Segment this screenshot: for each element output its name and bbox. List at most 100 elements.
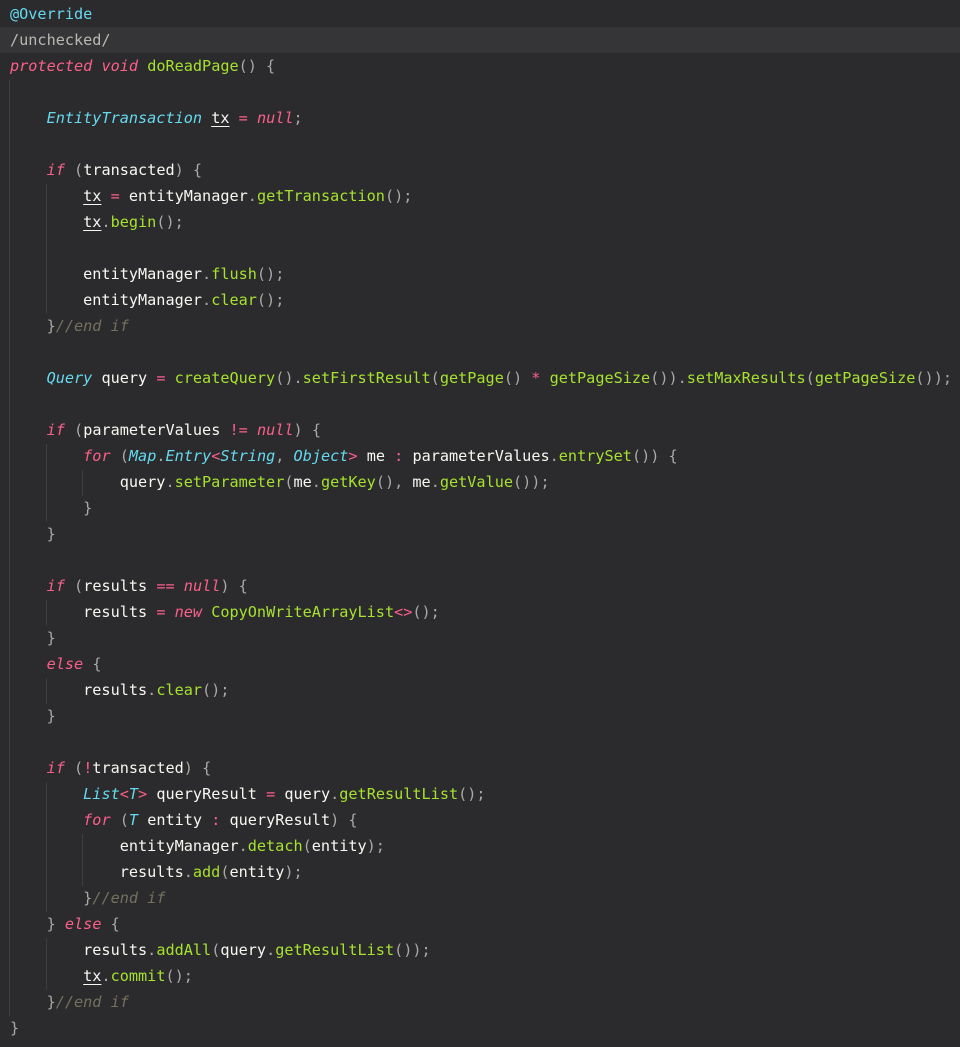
code-line[interactable]: results.clear(); [10, 677, 229, 703]
code-line[interactable]: /unchecked/ [10, 27, 111, 53]
code-line[interactable]: if (!transacted) { [10, 755, 212, 781]
code-token: //end if [55, 317, 129, 335]
code-token: entityManager [119, 187, 248, 205]
code-line[interactable]: } [10, 521, 56, 547]
code-token: { [92, 655, 102, 673]
code-token: (); [458, 785, 486, 803]
code-token: (); [412, 603, 440, 621]
code-token: { [110, 915, 120, 933]
code-token: commit [110, 967, 166, 985]
code-token: (), [375, 473, 413, 491]
code-token: () { [238, 57, 276, 75]
code-line[interactable]: results.add(entity); [10, 859, 303, 885]
code-line[interactable]: Query query = createQuery().setFirstResu… [10, 365, 952, 391]
code-token: (); [202, 681, 230, 699]
code-token: entity [138, 811, 212, 829]
code-line[interactable]: tx.begin(); [10, 209, 184, 235]
code-token: T [128, 811, 139, 829]
code-token: begin [110, 213, 157, 231]
code-line[interactable]: query.setParameter(me.getKey(), me.getVa… [10, 469, 550, 495]
code-token: (). [275, 369, 303, 387]
code-line[interactable]: else { [10, 651, 102, 677]
code-line[interactable]: entityManager.detach(entity); [10, 833, 385, 859]
code-token: Entry [165, 447, 212, 465]
code-token: . [430, 473, 440, 491]
code-token: ( [74, 577, 84, 595]
code-token: != [229, 421, 248, 439]
code-token: results [83, 577, 157, 595]
code-token: > [138, 785, 148, 803]
code-line[interactable]: EntityTransaction tx = null; [10, 105, 303, 131]
code-token: tx [83, 187, 102, 205]
code-token: ) { [330, 811, 358, 829]
code-line[interactable]: for (Map.Entry<String, Object> me : para… [10, 443, 678, 469]
code-token: ()); [394, 941, 431, 959]
code-token: if [46, 421, 65, 439]
code-line[interactable]: entityManager.clear(); [10, 287, 284, 313]
code-token: void [101, 57, 139, 75]
code-token: entity [311, 837, 367, 855]
code-line[interactable]: } else { [10, 911, 120, 937]
code-line[interactable]: if (results == null) { [10, 573, 248, 599]
code-token: } [10, 1019, 20, 1037]
code-line[interactable]: protected void doReadPage() { [10, 53, 275, 79]
code-token: tx [83, 213, 102, 231]
code-line[interactable]: } [10, 625, 56, 651]
code-line[interactable]: } [10, 1015, 19, 1041]
code-line[interactable]: results = new CopyOnWriteArrayList<>(); [10, 599, 440, 625]
code-editor[interactable]: @Override/unchecked/protected void doRea… [0, 0, 960, 1047]
code-token: ) { [293, 421, 321, 439]
code-line[interactable]: } [10, 703, 56, 729]
code-token: } [46, 525, 56, 543]
code-token: tx [83, 967, 102, 985]
code-line[interactable]: } [10, 495, 92, 521]
code-line[interactable]: @Override [10, 1, 92, 27]
code-line[interactable]: if (parameterValues != null) { [10, 417, 321, 443]
code-line[interactable]: tx.commit(); [10, 963, 193, 989]
code-token: else [64, 915, 102, 933]
code-token: ()); [915, 369, 952, 387]
code-line[interactable]: }//end if [10, 989, 129, 1015]
code-token: getKey [320, 473, 376, 491]
code-token: () [503, 369, 523, 387]
code-token: //end if [92, 889, 166, 907]
code-line[interactable]: for (T entity : queryResult) { [10, 807, 358, 833]
code-token: . [147, 681, 157, 699]
code-line[interactable]: List<T> queryResult = query.getResultLis… [10, 781, 486, 807]
code-line[interactable]: results.addAll(query.getResultList()); [10, 937, 431, 963]
code-token: ( [119, 447, 129, 465]
code-line[interactable]: }//end if [10, 885, 165, 911]
code-line[interactable]: }//end if [10, 313, 129, 339]
code-token: . [165, 473, 175, 491]
code-token: query [92, 369, 157, 387]
code-token: ) { [174, 161, 203, 179]
code-token: results [10, 941, 148, 959]
code-token: protected [10, 57, 93, 75]
code-token: parameterValues [83, 421, 230, 439]
code-token: String [220, 447, 276, 465]
code-token: query [220, 941, 267, 959]
code-line[interactable]: tx = entityManager.getTransaction(); [10, 183, 412, 209]
code-token: /unchecked/ [10, 31, 111, 49]
code-token: . [238, 837, 248, 855]
code-token: ( [430, 369, 440, 387]
code-token: Map [128, 447, 157, 465]
code-token: query [10, 473, 166, 491]
code-line[interactable]: if (transacted) { [10, 157, 202, 183]
code-line[interactable]: entityManager.flush(); [10, 261, 284, 287]
